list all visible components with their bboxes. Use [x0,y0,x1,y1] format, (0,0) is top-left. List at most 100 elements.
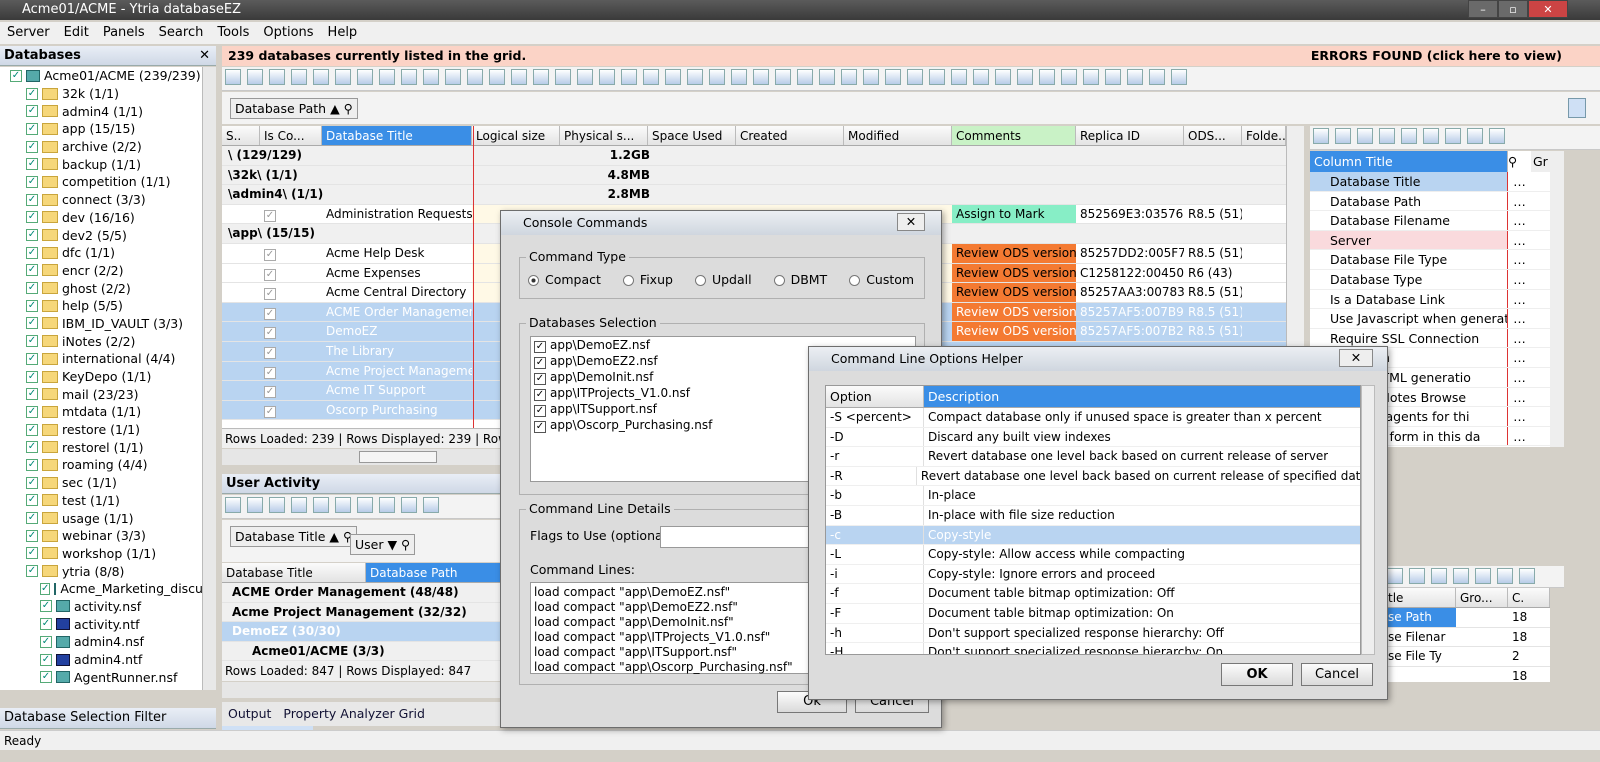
tree-checkbox[interactable]: ✓ [40,635,52,648]
toolbar-tool-icon[interactable] [709,69,725,85]
tree-checkbox[interactable]: ✓ [26,87,38,100]
radio-button[interactable] [622,275,634,286]
toolbar-tool-icon[interactable] [687,69,703,85]
radio-compact[interactable]: Compact [528,272,601,287]
column-item-menu-button[interactable]: … [1507,230,1531,250]
toolbar-tool-icon[interactable] [1105,69,1121,85]
option-row[interactable]: -f Document table bitmap optimization: Of… [826,584,1360,604]
toolbar-tool-icon[interactable] [401,497,417,513]
tree-checkbox[interactable]: ✓ [26,512,38,525]
tree-checkbox[interactable]: ✓ [26,405,38,418]
ua-right-dropdown[interactable] [1456,647,1508,666]
toolbar-tool-icon[interactable] [731,69,747,85]
row-checkbox-cell[interactable]: ✓ [260,381,322,400]
row-checkbox-cell[interactable]: ✓ [260,283,322,302]
ua-right-row[interactable]: se File Ty 2 [1384,647,1550,667]
option-row[interactable]: -S <percent> Compact database only if unu… [826,408,1360,428]
tree-folder-item[interactable]: ✓ app (15/15) [0,120,202,138]
tree-checkbox[interactable]: ✓ [26,494,38,507]
tree-checkbox[interactable]: ✓ [40,671,52,684]
tree-checkbox[interactable]: ✓ [26,565,38,578]
main-col-header[interactable]: Modified [844,126,952,145]
tree-checkbox[interactable]: ✓ [26,547,38,560]
tree-checkbox[interactable]: ✓ [26,122,38,135]
minimize-button[interactable]: – [1468,0,1498,18]
toolbar-tool-icon[interactable] [1171,69,1187,85]
toolbar-tool-icon[interactable] [841,69,857,85]
menu-item-panels[interactable]: Panels [96,22,152,44]
toolbar-tool-icon[interactable] [357,69,373,85]
tree-scrollbar[interactable] [202,67,216,690]
radio-button[interactable] [694,275,706,286]
tree-folder-item[interactable]: ✓ admin4 (1/1) [0,102,202,120]
column-item-menu-button[interactable]: … [1507,269,1531,289]
toolbar-tool-icon[interactable] [313,69,329,85]
tree-checkbox[interactable]: ✓ [40,618,52,631]
tree-folder-item[interactable]: ✓ IBM_ID_VAULT (3/3) [0,315,202,333]
tree-folder-item[interactable]: ✓ dev2 (5/5) [0,226,202,244]
main-col-header[interactable]: Logical size [472,126,560,145]
tree-checkbox[interactable]: ✓ [26,423,38,436]
menu-item-options[interactable]: Options [256,22,320,44]
toolbar-tool-icon[interactable] [335,497,351,513]
panel-close-icon[interactable]: ✕ [199,46,210,66]
ua-right-grid[interactable]: tle Gro... C. se Path 18 se Filenar 18 se Fi… [1384,588,1550,682]
tree-folder-item[interactable]: ✓ archive (2/2) [0,138,202,156]
column-item[interactable]: Database Type… [1310,269,1550,290]
column-item[interactable]: Database Title… [1310,172,1550,192]
bottom-tab-output[interactable]: Output [222,702,277,726]
tree-checkbox[interactable]: ✓ [40,653,52,666]
tree-folder-item[interactable]: ✓ dev (16/16) [0,209,202,227]
options-grid[interactable]: Option Description -S <percent> Compact d… [825,385,1361,655]
column-item-menu-button[interactable]: … [1507,387,1531,407]
radio-button[interactable] [773,275,785,286]
maximize-button[interactable]: ▫ [1498,0,1528,18]
ua-hscroll[interactable] [222,682,504,698]
toolbar-tool-icon[interactable] [907,69,923,85]
toolbar-tool-icon[interactable] [555,69,571,85]
db-selection-checkbox[interactable]: ✓ [534,341,546,353]
toolbar-tool-icon[interactable] [995,69,1011,85]
tree-checkbox[interactable]: ✓ [26,335,38,348]
toolbar-tool-icon[interactable] [423,69,439,85]
tree-file-item[interactable]: ✓ Acme_Marketing_discu [0,580,202,598]
row-checkbox-cell[interactable]: ✓ [260,244,322,263]
toolbar-tool-icon[interactable] [511,69,527,85]
column-item-menu-button[interactable]: … [1507,191,1531,211]
tree-checkbox[interactable]: ✓ [26,476,38,489]
ua-group-row[interactable]: ACME Order Management (48/48) [222,583,504,603]
main-col-header[interactable]: Created [736,126,844,145]
toolbar-tool-icon[interactable] [269,497,285,513]
column-item[interactable]: Database Filename… [1310,211,1550,231]
option-row[interactable]: -c Copy-style [826,525,1360,546]
option-row[interactable]: -h Don't support specialized response hie… [826,623,1360,644]
column-item-menu-button[interactable]: … [1507,426,1531,446]
tree-folder-item[interactable]: ✓ sec (1/1) [0,474,202,492]
toolbar-tool-icon[interactable] [489,69,505,85]
tree-checkbox[interactable]: ✓ [26,175,38,188]
option-row[interactable]: -F Document table bitmap optimization: On [826,603,1360,624]
toolbar-tool-icon[interactable] [269,69,285,85]
column-item-menu-button[interactable]: … [1507,250,1531,269]
ua-right-dropdown[interactable] [1456,667,1508,682]
tree-folder-item[interactable]: ✓ help (5/5) [0,297,202,315]
main-col-header[interactable]: Replica ID [1076,126,1184,145]
toolbar-tool-icon[interactable] [577,69,593,85]
radio-dbmt[interactable]: DBMT [773,272,827,287]
menu-item-server[interactable]: Server [0,22,57,44]
tree-checkbox[interactable]: ✓ [26,317,38,330]
radio-custom[interactable]: Custom [849,272,914,287]
column-title-header[interactable]: Column Title [1310,151,1507,172]
main-col-header[interactable]: Is Co... [260,126,322,145]
menu-item-tools[interactable]: Tools [210,22,256,44]
tree-checkbox[interactable]: ✓ [26,158,38,171]
option-row[interactable]: -D Discard any built view indexes [826,427,1360,448]
main-col-header[interactable]: Physical s... [560,126,648,145]
tree-checkbox[interactable]: ✓ [26,370,38,383]
helper-ok-button[interactable]: OK [1221,663,1293,686]
radio-button[interactable] [528,275,539,286]
databases-tree[interactable]: ✓ Acme01/ACME (239/239) ✓ 32k (1/1) ✓ admin4 … [0,67,202,690]
radio-updall[interactable]: Updall [694,272,752,287]
toolbar-tool-icon[interactable] [291,69,307,85]
toolbar-tool-icon[interactable] [599,69,615,85]
